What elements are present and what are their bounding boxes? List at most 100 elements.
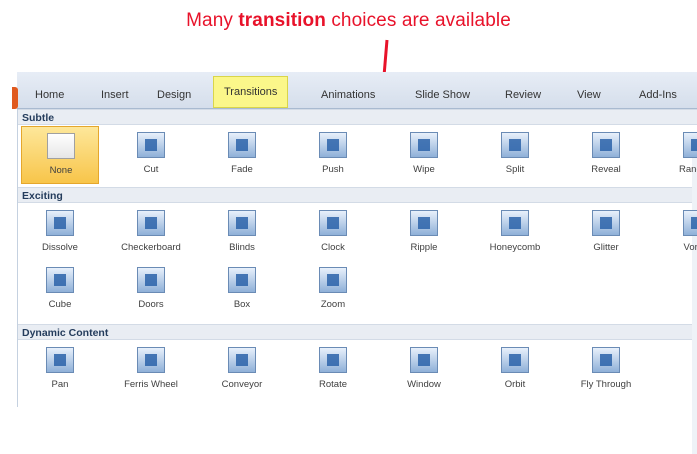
vortex-transition-icon <box>683 210 697 236</box>
rotate-transition-icon <box>319 347 347 373</box>
transition-conveyor[interactable]: Conveyor <box>203 341 281 399</box>
fade-transition-icon <box>228 132 256 158</box>
tab-animations[interactable]: Animations <box>321 82 375 108</box>
transition-label: Cut <box>143 164 159 175</box>
tab-view[interactable]: View <box>577 82 601 108</box>
fly-through-transition-icon <box>592 347 620 373</box>
transition-label: Blinds <box>229 242 255 253</box>
transition-label: Push <box>322 164 344 175</box>
transition-glitter[interactable]: Glitter <box>567 204 645 262</box>
ribbon-tab-bar: Home Insert Design Transitions Animations Sli… <box>12 72 697 109</box>
none-transition-icon <box>47 133 75 159</box>
ferris-wheel-transition-icon <box>137 347 165 373</box>
transition-label: Clock <box>321 242 345 253</box>
transition-ferris-wheel[interactable]: Ferris Wheel <box>112 341 190 399</box>
checkerboard-transition-icon <box>137 210 165 236</box>
random-transition-icon <box>683 132 697 158</box>
wipe-transition-icon <box>410 132 438 158</box>
transition-label: Dissolve <box>42 242 78 253</box>
glitter-transition-icon <box>592 210 620 236</box>
zoom-transition-icon <box>319 267 347 293</box>
transition-ripple[interactable]: Ripple <box>385 204 463 262</box>
tab-design[interactable]: Design <box>157 82 191 108</box>
clock-transition-icon <box>319 210 347 236</box>
doors-transition-icon <box>137 267 165 293</box>
transition-fly-through[interactable]: Fly Through <box>567 341 645 399</box>
transition-checkerboard[interactable]: Checkerboard <box>112 204 190 262</box>
transition-box[interactable]: Box <box>203 261 281 319</box>
transition-label: Glitter <box>593 242 619 253</box>
transition-push[interactable]: Push <box>294 126 372 184</box>
tab-insert[interactable]: Insert <box>101 82 129 108</box>
ribbon: Home Insert Design Transitions Animations Sli… <box>12 62 697 454</box>
transition-doors[interactable]: Doors <box>112 261 190 319</box>
section-subtle: Subtle <box>18 109 697 125</box>
transition-label: Ripple <box>410 242 438 253</box>
transition-orbit[interactable]: Orbit <box>476 341 554 399</box>
office-orb-edge[interactable] <box>12 87 18 109</box>
annotation-caption: Many transition choices are available <box>0 10 697 32</box>
cut-transition-icon <box>137 132 165 158</box>
tab-add-ins[interactable]: Add-Ins <box>639 82 677 108</box>
transition-split[interactable]: Split <box>476 126 554 184</box>
transition-label: Wipe <box>413 164 435 175</box>
orbit-transition-icon <box>501 347 529 373</box>
section-exciting: Exciting <box>18 187 697 203</box>
transition-dissolve[interactable]: Dissolve <box>21 204 99 262</box>
transition-label: Split <box>505 164 525 175</box>
transition-label: Doors <box>138 299 164 310</box>
tab-slide-show[interactable]: Slide Show <box>415 82 470 108</box>
transition-label: Zoom <box>320 299 346 310</box>
transition-label: Pan <box>51 379 69 390</box>
transition-label: Cube <box>48 299 72 310</box>
transition-label: Fade <box>231 164 253 175</box>
window-transition-icon <box>410 347 438 373</box>
transition-label: Reveal <box>591 164 621 175</box>
transition-rotate[interactable]: Rotate <box>294 341 372 399</box>
transition-reveal[interactable]: Reveal <box>567 126 645 184</box>
reveal-transition-icon <box>592 132 620 158</box>
box-transition-icon <box>228 267 256 293</box>
honeycomb-transition-icon <box>501 210 529 236</box>
transition-label: Window <box>407 379 441 390</box>
blinds-transition-icon <box>228 210 256 236</box>
transition-label: Fly Through <box>580 379 632 390</box>
gallery-scrollbar[interactable] <box>692 156 697 454</box>
conveyor-transition-icon <box>228 347 256 373</box>
annotation-suffix: choices are available <box>325 10 511 31</box>
dissolve-transition-icon <box>46 210 74 236</box>
transition-wipe[interactable]: Wipe <box>385 126 463 184</box>
transition-vortex[interactable]: Vortex <box>658 204 697 262</box>
annotation-bold: transition <box>238 10 326 31</box>
ripple-transition-icon <box>410 210 438 236</box>
transition-fade[interactable]: Fade <box>203 126 281 184</box>
tab-home[interactable]: Home <box>35 82 64 108</box>
transition-label: Honeycomb <box>489 242 541 253</box>
transition-random[interactable]: Random <box>658 126 697 184</box>
transition-label: Ferris Wheel <box>124 379 178 390</box>
tab-review[interactable]: Review <box>505 82 541 108</box>
transition-none[interactable]: None <box>21 126 99 184</box>
push-transition-icon <box>319 132 347 158</box>
transition-window[interactable]: Window <box>385 341 463 399</box>
transition-label: Checkerboard <box>121 242 181 253</box>
transition-gallery: Subtle Exciting Dynamic Content None Cut F… <box>17 109 697 454</box>
transition-cube[interactable]: Cube <box>21 261 99 319</box>
transition-label: Conveyor <box>221 379 263 390</box>
transition-cut[interactable]: Cut <box>112 126 190 184</box>
tab-transitions[interactable]: Transitions <box>213 76 289 108</box>
transition-pan[interactable]: Pan <box>21 341 99 399</box>
transition-label: None <box>49 165 73 176</box>
transition-label: Box <box>233 299 251 310</box>
split-transition-icon <box>501 132 529 158</box>
section-dynamic-content: Dynamic Content <box>18 324 697 340</box>
transition-zoom[interactable]: Zoom <box>294 261 372 319</box>
transition-label: Orbit <box>504 379 526 390</box>
transition-blinds[interactable]: Blinds <box>203 204 281 262</box>
transition-label: Vortex <box>683 242 697 253</box>
pan-transition-icon <box>46 347 74 373</box>
transition-label: Random <box>679 164 697 175</box>
cube-transition-icon <box>46 267 74 293</box>
transition-clock[interactable]: Clock <box>294 204 372 262</box>
transition-honeycomb[interactable]: Honeycomb <box>476 204 554 262</box>
